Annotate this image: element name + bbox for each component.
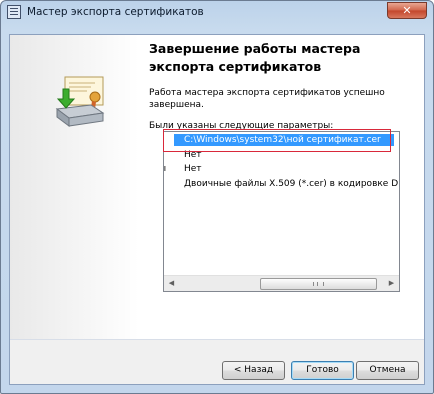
param-value: Двоичные файлы X.509 (*.cer) в кодировке… xyxy=(184,179,400,189)
scrollbar-thumb[interactable] xyxy=(260,278,377,290)
title-bar[interactable]: Мастер экспорта сертификатов ✕ xyxy=(1,1,433,25)
back-button[interactable]: < Назад xyxy=(222,361,285,380)
list-item[interactable]: ы Нет xyxy=(164,163,399,175)
params-list[interactable]: C:\Windows\system32\ной сертификат.cer Н… xyxy=(163,131,400,292)
close-icon: ✕ xyxy=(402,4,412,17)
certificate-export-icon xyxy=(55,76,105,127)
list-item[interactable]: Нет xyxy=(164,149,399,161)
window-app-icon xyxy=(7,5,21,19)
horizontal-scrollbar[interactable]: ◀ ▶ xyxy=(164,275,399,291)
param-value: C:\Windows\system32\ной сертификат.cer xyxy=(174,134,394,146)
param-name: ы xyxy=(164,163,166,175)
list-item[interactable]: C:\Windows\system32\ной сертификат.cer xyxy=(164,134,399,146)
wizard-window: Мастер экспорта сертификатов ✕ Завершени… xyxy=(0,0,434,394)
grip-icon xyxy=(313,282,324,286)
scroll-right-icon[interactable]: ▶ xyxy=(384,276,399,291)
wizard-side-panel xyxy=(10,35,139,339)
list-item[interactable]: Двоичные файлы X.509 (*.cer) в кодировке… xyxy=(164,178,399,190)
close-button[interactable]: ✕ xyxy=(387,2,427,19)
completion-message: Работа мастера экспорта сертификатов усп… xyxy=(149,88,385,110)
param-value: Нет xyxy=(184,150,202,160)
cancel-button[interactable]: Отмена xyxy=(356,361,419,380)
window-title: Мастер экспорта сертификатов xyxy=(27,6,204,18)
params-label: Были указаны следующие параметры: xyxy=(149,121,334,131)
param-value: Нет xyxy=(184,164,202,174)
page-title: Завершение работы мастера экспорта серти… xyxy=(149,41,361,74)
wizard-client-area: Завершение работы мастера экспорта серти… xyxy=(9,34,425,385)
scroll-left-icon[interactable]: ◀ xyxy=(164,276,179,291)
finish-button[interactable]: Готово xyxy=(291,361,354,380)
